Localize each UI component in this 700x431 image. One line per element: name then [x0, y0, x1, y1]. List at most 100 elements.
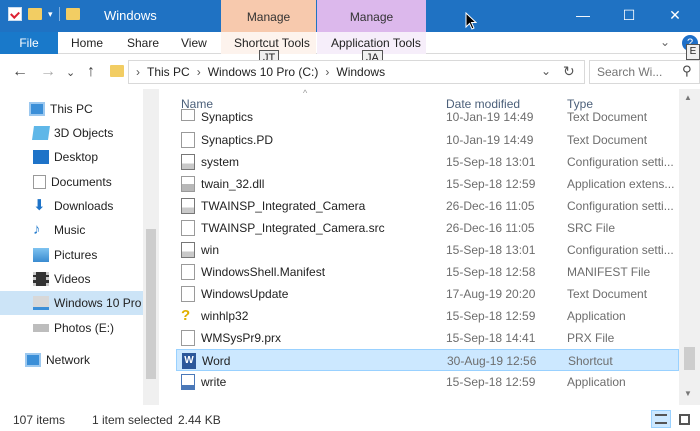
sidebar-item-documents[interactable]: Documents	[0, 170, 143, 194]
table-row[interactable]: WindowsUpdate 17-Aug-19 20:20 Text Docum…	[176, 283, 679, 305]
file-type: Configuration setti...	[567, 243, 674, 257]
file-type: Configuration setti...	[567, 155, 674, 169]
scroll-down-icon[interactable]: ▼	[684, 389, 692, 398]
recent-locations-button[interactable]: ⌄	[66, 66, 75, 79]
tab-manage-shortcut[interactable]: Manage	[221, 0, 316, 32]
write-app-icon	[181, 374, 195, 390]
folder-icon	[65, 8, 80, 20]
sidebar-item-videos[interactable]: Videos	[0, 267, 143, 291]
table-row[interactable]: Synaptics.PD 10-Jan-19 14:49 Text Docume…	[176, 129, 679, 151]
table-row[interactable]: TWAINSP_Integrated_Camera 26-Dec-16 11:0…	[176, 195, 679, 217]
breadcrumb-separator[interactable]: ›	[192, 65, 206, 79]
scroll-up-icon[interactable]: ▲	[684, 93, 692, 102]
sidebar-item-downloads[interactable]: ⬇ Downloads	[0, 194, 143, 218]
item-count: 107 items	[13, 413, 66, 427]
file-list-scrollbar[interactable]: ▲ ▼	[679, 89, 700, 405]
breadcrumb-windows[interactable]: Windows	[334, 65, 387, 79]
tab-view[interactable]: View	[177, 32, 211, 54]
sidebar-item-pictures[interactable]: Pictures	[0, 243, 143, 267]
breadcrumb-separator[interactable]: ›	[131, 65, 145, 79]
chevron-down-icon[interactable]: ⌄	[660, 35, 670, 49]
forward-button[interactable]: →	[40, 63, 56, 81]
search-box[interactable]: ⚲	[589, 60, 700, 84]
text-file-icon	[181, 286, 195, 302]
address-dropdown-icon[interactable]: ⌄	[541, 64, 551, 78]
close-button[interactable]: ✕	[652, 0, 698, 32]
breadcrumb-this-pc[interactable]: This PC	[145, 65, 192, 79]
sidebar-item-windows-10-pro[interactable]: Windows 10 Pro	[0, 291, 143, 315]
table-row-selected[interactable]: W Word 30-Aug-19 12:56 Shortcut	[176, 349, 679, 371]
file-name: twain_32.dll	[201, 177, 265, 191]
navigation-row: ← → ⌄ ↑ › This PC › Windows 10 Pro (C:) …	[0, 55, 700, 89]
file-date: 26-Dec-16 11:05	[446, 221, 535, 235]
pictures-icon	[33, 248, 49, 262]
file-type: Text Document	[567, 110, 648, 124]
maximize-button[interactable]: ☐	[606, 0, 652, 32]
file-type: PRX File	[567, 331, 615, 345]
sidebar-item-desktop[interactable]: Desktop	[0, 145, 143, 169]
blank-file-icon	[181, 330, 195, 346]
file-date: 15-Sep-18 12:59	[446, 309, 536, 323]
tab-manage-application[interactable]: Manage	[317, 0, 426, 32]
sidebar-item-this-pc[interactable]: This PC	[0, 97, 143, 121]
file-name: write	[201, 375, 227, 389]
file-date: 15-Sep-18 12:58	[446, 265, 536, 279]
sidebar-item-label: Desktop	[54, 150, 99, 164]
config-file-icon	[181, 154, 195, 170]
sidebar-item-music[interactable]: ♪ Music	[0, 218, 143, 242]
search-icon[interactable]: ⚲	[682, 63, 692, 79]
search-input[interactable]	[597, 65, 683, 79]
breadcrumb-drive[interactable]: Windows 10 Pro (C:)	[206, 65, 321, 79]
videos-icon	[33, 272, 49, 286]
file-name: WindowsShell.Manifest	[201, 265, 326, 279]
up-button[interactable]: ↑	[87, 63, 95, 81]
file-name: Synaptics	[201, 110, 254, 124]
breadcrumb-separator[interactable]: ›	[320, 65, 334, 79]
file-type: Text Document	[567, 287, 648, 301]
address-bar[interactable]: › This PC › Windows 10 Pro (C:) › Window…	[128, 60, 585, 84]
file-name: system	[201, 155, 240, 169]
table-row[interactable]: twain_32.dll 15-Sep-18 12:59 Application…	[176, 173, 679, 195]
word-shortcut-icon: W	[182, 353, 196, 369]
selection-size: 2.44 KB	[178, 413, 221, 427]
tab-home[interactable]: Home	[67, 32, 107, 54]
pc-icon	[29, 102, 45, 116]
sidebar-item-3d-objects[interactable]: 3D Objects	[0, 121, 143, 145]
text-file-icon	[181, 132, 195, 148]
table-row[interactable]: TWAINSP_Integrated_Camera.src 26-Dec-16 …	[176, 217, 679, 239]
file-date: 15-Sep-18 13:01	[446, 155, 536, 169]
details-view-button[interactable]	[651, 410, 671, 428]
music-icon: ♪	[33, 221, 41, 238]
table-row[interactable]: WindowsShell.Manifest 15-Sep-18 12:58 MA…	[176, 261, 679, 283]
new-folder-icon[interactable]	[28, 8, 42, 20]
customize-toolbar-icon[interactable]: ▾	[48, 9, 53, 20]
table-row[interactable]: WMSysPr9.prx 15-Sep-18 14:41 PRX File	[176, 327, 679, 349]
navigation-scrollbar[interactable]	[143, 89, 159, 405]
desktop-icon	[33, 150, 49, 164]
properties-icon[interactable]	[8, 7, 22, 21]
table-row[interactable]: win 15-Sep-18 13:01 Configuration setti.…	[176, 239, 679, 261]
table-row[interactable]: ? winhlp32 15-Sep-18 12:59 Application	[176, 305, 679, 327]
scrollbar-thumb[interactable]	[684, 347, 695, 370]
refresh-icon[interactable]: ↻	[563, 63, 575, 80]
sidebar-item-network[interactable]: Network	[0, 348, 143, 372]
documents-icon	[33, 175, 46, 189]
scrollbar-thumb[interactable]	[146, 229, 156, 379]
back-button[interactable]: ←	[12, 63, 28, 81]
tab-share[interactable]: Share	[123, 32, 163, 54]
tab-file[interactable]: File	[0, 32, 58, 54]
sidebar-item-photos-e[interactable]: Photos (E:)	[0, 316, 143, 340]
config-file-icon	[181, 242, 195, 258]
help-app-icon: ?	[181, 307, 191, 324]
table-row[interactable]: write 15-Sep-18 12:59 Application	[176, 371, 679, 393]
sidebar-item-label: Network	[46, 353, 91, 367]
file-type: MANIFEST File	[567, 265, 651, 279]
large-icons-view-button[interactable]	[674, 410, 694, 428]
table-row[interactable]: Synaptics 10-Jan-19 14:49 Text Document	[176, 109, 679, 127]
sidebar-item-label: Photos (E:)	[54, 321, 115, 335]
file-date: 15-Sep-18 14:41	[446, 331, 536, 345]
minimize-button[interactable]: —	[560, 0, 606, 32]
table-row[interactable]: system 15-Sep-18 13:01 Configuration set…	[176, 151, 679, 173]
details-view-icon	[655, 414, 667, 424]
sidebar-item-label: Videos	[54, 272, 91, 286]
